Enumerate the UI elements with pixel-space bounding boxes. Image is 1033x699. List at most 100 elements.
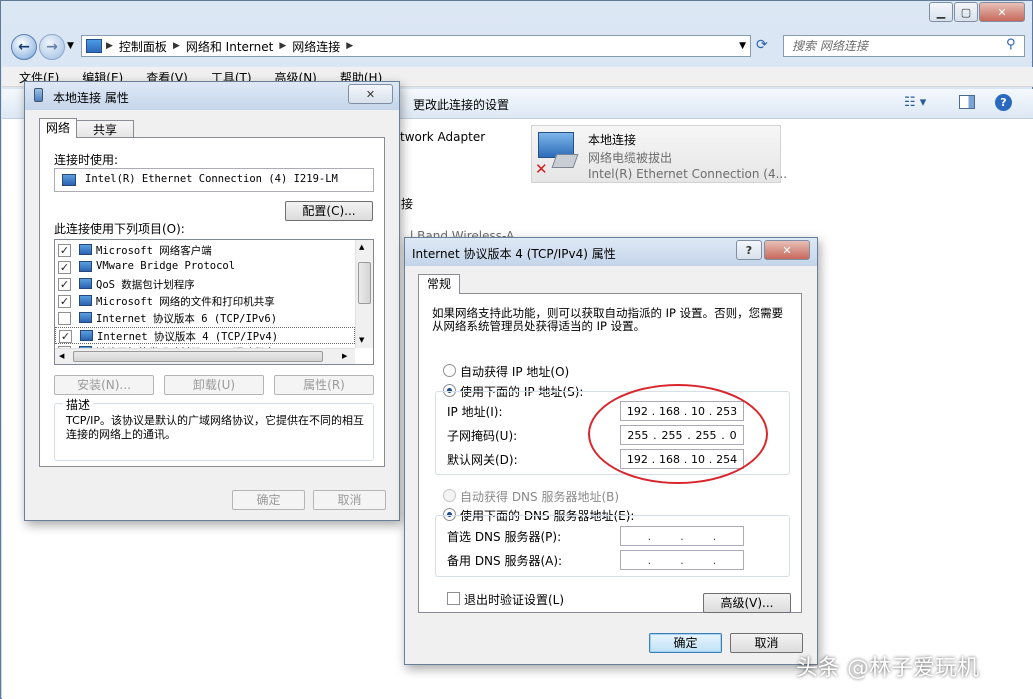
scroll-up-icon[interactable]: ▲: [359, 243, 364, 251]
change-settings-command[interactable]: 更改此连接的设置: [413, 96, 509, 113]
breadcrumb-network-internet[interactable]: 网络和 Internet: [186, 38, 273, 55]
help-icon[interactable]: ?: [995, 94, 1012, 111]
protocol-icon: [80, 330, 93, 341]
cancel-button[interactable]: 取消: [730, 633, 803, 653]
back-button[interactable]: ←: [11, 34, 37, 60]
install-button[interactable]: 安装(N)...: [54, 375, 154, 395]
preferred-dns-input[interactable]: . . .: [620, 526, 744, 546]
auto-ip-radio[interactable]: [443, 364, 456, 377]
ip-octet-3: 10: [691, 404, 706, 418]
dialog-title-bar: Internet 协议版本 4 (TCP/IPv4) 属性 ? ✕: [405, 238, 817, 266]
scroll-left-icon[interactable]: ◀: [59, 352, 64, 360]
item-label: Internet 协议版本 4 (TCP/IPv4): [97, 331, 279, 343]
horizontal-scroll-thumb[interactable]: [73, 351, 323, 362]
list-item[interactable]: ✓ Microsoft 网络客户端: [55, 242, 355, 259]
tab-network[interactable]: 网络: [39, 118, 77, 138]
gateway-input[interactable]: 192. 168. 10. 254: [620, 449, 744, 469]
item-checkbox[interactable]: ✓: [58, 261, 71, 274]
ip-octet-4: 253: [716, 404, 738, 418]
item-label: Microsoft 网络客户端: [96, 245, 212, 257]
item-checkbox[interactable]: [58, 312, 71, 325]
alternate-dns-input[interactable]: . . .: [620, 550, 744, 570]
advanced-button[interactable]: 高级(V)...: [703, 593, 791, 613]
network-tab-panel: 连接时使用: Intel(R) Ethernet Connection (4) …: [39, 137, 385, 467]
validate-label[interactable]: 退出时验证设置(L): [464, 591, 564, 608]
item-checkbox[interactable]: ✓: [58, 295, 71, 308]
item-checkbox[interactable]: ✓: [58, 278, 71, 291]
scroll-right-icon[interactable]: ▶: [342, 352, 347, 360]
auto-dns-radio[interactable]: [443, 489, 456, 502]
scroll-thumb[interactable]: [358, 262, 371, 304]
breadcrumb-separator-icon: ▶: [172, 41, 180, 51]
address-dropdown-icon[interactable]: ▼: [739, 41, 746, 51]
ok-button[interactable]: 确定: [649, 633, 722, 653]
description-text: TCP/IP。该协议是默认的广域网络协议，它提供在不同的相互连接的网络上的通讯。: [66, 414, 364, 441]
item-label: Internet 协议版本 6 (TCP/IPv6): [96, 313, 278, 325]
items-label: 此连接使用下列项目(O):: [54, 222, 185, 236]
refresh-icon[interactable]: ⟳: [756, 37, 768, 53]
list-item[interactable]: ✓ VMware Bridge Protocol: [55, 259, 355, 276]
network-adapter-icon: [62, 174, 76, 186]
breadcrumb-control-panel[interactable]: 控制面板: [119, 38, 167, 55]
description-title: 描述: [63, 396, 94, 413]
dialog-close-button[interactable]: ✕: [764, 240, 810, 260]
help-button[interactable]: ?: [736, 240, 762, 260]
forward-button[interactable]: →: [39, 34, 65, 60]
close-button[interactable]: ✕: [979, 2, 1025, 22]
alternate-dns-label: 备用 DNS 服务器(A):: [447, 554, 563, 568]
horizontal-scrollbar[interactable]: ◀ ▶: [55, 348, 355, 364]
breadcrumb-network-connections[interactable]: 网络连接: [292, 38, 340, 55]
protocol-icon: [79, 295, 92, 306]
close-icon: ✕: [782, 243, 792, 257]
ok-button[interactable]: 确定: [232, 490, 305, 510]
item-checkbox[interactable]: ✓: [58, 244, 71, 257]
uninstall-button[interactable]: 卸载(U): [164, 375, 264, 395]
protocol-icon: [79, 312, 92, 323]
minimize-button[interactable]: ▁: [929, 2, 953, 22]
general-tab-panel: 如果网络支持此功能，则可以获取自动指派的 IP 设置。否则，您需要从网络系统管理…: [418, 293, 802, 613]
list-item[interactable]: ✓ Internet 协议版本 4 (TCP/IPv4): [55, 327, 355, 344]
search-icon[interactable]: ⚲: [1006, 37, 1016, 52]
auto-dns-label[interactable]: 自动获得 DNS 服务器地址(B): [460, 488, 619, 505]
dialog-close-button[interactable]: ✕: [348, 84, 393, 104]
list-item[interactable]: Internet 协议版本 6 (TCP/IPv6): [55, 310, 355, 327]
configure-button[interactable]: 配置(C)...: [285, 201, 373, 221]
dialog-title: Internet 协议版本 4 (TCP/IPv4) 属性: [412, 247, 616, 261]
scroll-down-icon[interactable]: ▼: [359, 336, 364, 344]
preview-pane-icon[interactable]: [959, 95, 975, 109]
validate-checkbox[interactable]: [447, 592, 460, 605]
list-item[interactable]: ✓ QoS 数据包计划程序: [55, 276, 355, 293]
dialog-title-bar: 本地连接 属性 ✕: [25, 82, 399, 110]
breadcrumb-separator-icon: ▶: [346, 41, 354, 51]
breadcrumb-separator-icon: ▶: [106, 41, 113, 51]
forward-arrow-icon: →: [46, 39, 58, 55]
item-label: VMware Bridge Protocol: [96, 260, 236, 272]
adapter-name: Intel(R) Ethernet Connection (4) I219-LM: [85, 173, 338, 185]
maximize-icon: ▢: [960, 5, 972, 19]
maximize-button[interactable]: ▢: [954, 2, 978, 22]
view-options-icon[interactable]: ☷ ▾: [904, 95, 926, 110]
breadcrumb-separator-icon: ▶: [279, 41, 287, 51]
search-input[interactable]: 搜索 网络连接: [783, 35, 1025, 57]
vertical-scrollbar[interactable]: ▲ ▼: [355, 240, 373, 348]
properties-button[interactable]: 属性(R): [274, 375, 374, 395]
cancel-button[interactable]: 取消: [313, 490, 386, 510]
subnet-mask-input[interactable]: 255. 255. 255. 0: [620, 425, 744, 445]
recent-pages-dropdown[interactable]: ▼: [67, 41, 74, 51]
item-checkbox[interactable]: ✓: [59, 330, 72, 343]
adapter-name-fragment[interactable]: twork Adapter: [400, 130, 485, 144]
ip-address-input[interactable]: 192. 168. 10. 253: [620, 401, 744, 421]
adapter-fragment-mark: 接: [401, 197, 414, 211]
address-bar[interactable]: ▶ 控制面板 ▶ 网络和 Internet ▶ 网络连接 ▶ ▼: [81, 35, 751, 57]
auto-ip-label[interactable]: 自动获得 IP 地址(O): [460, 363, 569, 380]
mask-octet-3: 255: [695, 428, 717, 442]
help-icon: ?: [745, 243, 753, 257]
tab-general[interactable]: 常规: [418, 274, 460, 294]
mask-octet-1: 255: [627, 428, 649, 442]
connection-name: 本地连接: [588, 133, 637, 147]
description-group: 描述 TCP/IP。该协议是默认的广域网络协议，它提供在不同的相互连接的网络上的…: [54, 396, 374, 461]
connection-status: 网络电缆被拔出: [588, 151, 673, 165]
control-panel-icon: [86, 39, 102, 53]
local-connection-item[interactable]: ✕ 本地连接 网络电缆被拔出 Intel(R) Ethernet Connect…: [531, 125, 787, 183]
list-item[interactable]: ✓ Microsoft 网络的文件和打印机共享: [55, 293, 355, 310]
